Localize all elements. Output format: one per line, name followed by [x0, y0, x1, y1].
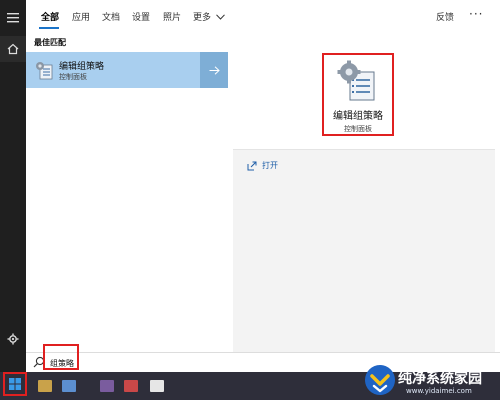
tab-apps[interactable]: 应用	[72, 10, 90, 23]
taskbar-app-icon[interactable]	[100, 380, 114, 392]
group-policy-large-icon	[337, 60, 375, 101]
filter-tabs: 全部 应用 文档 设置 照片 更多 反馈 ···	[26, 0, 500, 32]
home-icon[interactable]	[0, 36, 26, 62]
best-match-item[interactable]: 编辑组策略 控制面板	[26, 52, 200, 88]
divider	[233, 149, 495, 150]
taskbar-app-icon[interactable]	[150, 380, 164, 392]
tab-more[interactable]: 更多	[193, 10, 225, 23]
left-rail	[0, 0, 26, 372]
app-card: 编辑组策略 控制面板	[233, 32, 495, 149]
windows-logo-icon	[9, 378, 21, 390]
open-label: 打开	[262, 161, 278, 170]
search-highlight-box	[43, 344, 79, 370]
arrow-right-icon	[209, 65, 220, 75]
app-title: 编辑组策略	[333, 111, 383, 122]
taskbar-app-icon[interactable]	[124, 380, 138, 392]
best-match-name: 编辑组策略	[59, 62, 105, 72]
tab-more-label: 更多	[193, 13, 212, 23]
group-policy-icon	[36, 62, 53, 80]
more-options-icon[interactable]: ···	[469, 7, 483, 21]
taskbar-app-icon[interactable]	[62, 380, 76, 392]
settings-gear-icon[interactable]	[0, 326, 26, 352]
taskbar-file-explorer-icon[interactable]	[38, 380, 52, 392]
brand-logo-icon	[365, 365, 395, 395]
brand-name: 纯净系统家园	[398, 371, 482, 387]
watermark-logo: 纯净系统家园 www.yidaimei.com	[360, 360, 498, 400]
app-subtitle: 控制面板	[344, 125, 372, 133]
start-button[interactable]	[3, 372, 27, 396]
best-match-heading: 最佳匹配	[34, 38, 66, 47]
brand-url: www.yidaimei.com	[406, 387, 472, 395]
open-icon	[247, 161, 257, 170]
best-match-subtitle: 控制面板	[59, 73, 87, 81]
chevron-down-icon	[216, 14, 225, 20]
results-list: 最佳匹配 编辑组策略 控制面板	[26, 32, 230, 352]
tab-settings[interactable]: 设置	[132, 10, 150, 23]
feedback-link[interactable]: 反馈	[436, 10, 454, 23]
tab-photos[interactable]: 照片	[163, 10, 181, 23]
tab-all[interactable]: 全部	[41, 10, 59, 23]
hamburger-menu-icon[interactable]	[0, 5, 26, 31]
expand-arrow-button[interactable]	[200, 52, 228, 88]
tab-documents[interactable]: 文档	[102, 10, 120, 23]
open-action[interactable]: 打开	[247, 160, 278, 171]
active-tab-indicator	[39, 27, 59, 29]
detail-panel: 编辑组策略 控制面板 打开	[233, 32, 495, 352]
